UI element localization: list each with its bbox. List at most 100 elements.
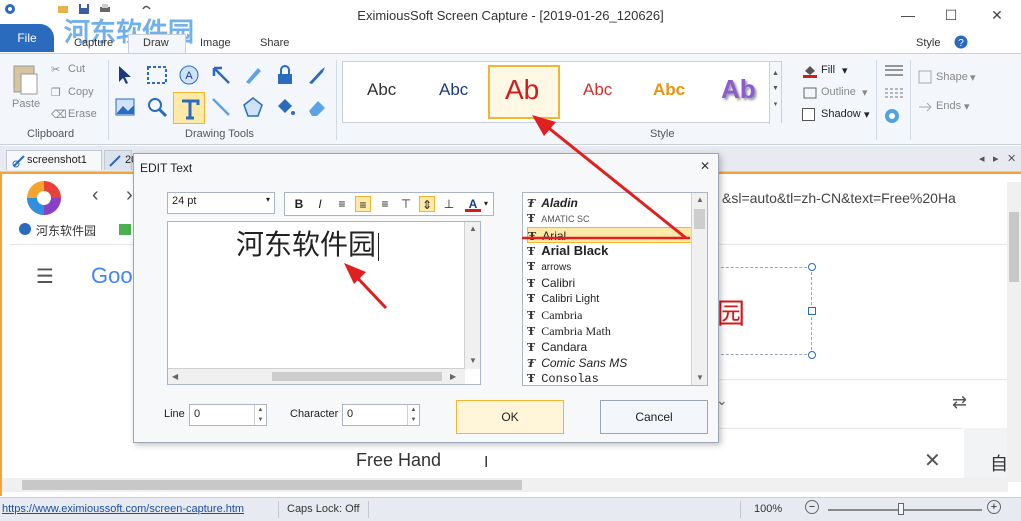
line-style-icon[interactable] (884, 86, 904, 100)
copy-icon[interactable]: ❐ (51, 86, 61, 99)
font-item[interactable]: Ŧ Comic Sans MS (527, 355, 693, 371)
ends-icon[interactable] (918, 100, 932, 114)
font-list[interactable]: Ŧ Aladin Ŧ AMATIC SC Ŧ Arial Ŧ Arial Black Ŧ… (522, 192, 708, 386)
font-item[interactable]: Ŧ Arial Black (527, 243, 693, 259)
tab-draw[interactable]: Draw (143, 37, 169, 49)
clear-input-icon[interactable]: ✕ (924, 448, 941, 473)
spin-arrows[interactable]: ▲ ▼ (254, 405, 266, 425)
valign-top-icon[interactable]: ⊤ (398, 196, 414, 212)
scroll-left-icon[interactable]: ◀ (172, 372, 178, 381)
ends-button[interactable]: Ends (936, 100, 961, 112)
ok-button[interactable]: OK (456, 400, 564, 434)
tabs-left-arrow-icon[interactable]: ◂ (979, 152, 985, 165)
copy-button[interactable]: Copy (68, 86, 94, 98)
paste-icon[interactable] (12, 62, 40, 96)
style-menu[interactable]: Style (916, 37, 940, 49)
scroll-right-icon[interactable]: ▶ (450, 372, 456, 381)
scroll-thumb[interactable] (1009, 212, 1019, 282)
style-sample-3[interactable]: Ab (505, 74, 539, 106)
style-sample-6[interactable]: Ab (721, 74, 756, 105)
scroll-thumb[interactable] (22, 480, 522, 490)
font-item[interactable]: Ŧ Aladin (527, 195, 693, 211)
line-width-icon[interactable] (884, 64, 904, 78)
select-pointer-icon[interactable] (114, 64, 136, 86)
back-arrow-icon[interactable]: ‹ (92, 184, 99, 207)
style-gallery[interactable]: Abc Abc Ab Abc Abc Ab ▲ ▼ ▾ (342, 61, 782, 124)
align-left-icon[interactable]: ≡ (334, 196, 350, 212)
font-item[interactable]: Ŧ Calibri (527, 275, 693, 291)
scroll-thumb[interactable] (272, 372, 442, 381)
font-item[interactable]: Ŧ Consolas (527, 371, 693, 385)
outline-button[interactable]: Outline (821, 86, 856, 98)
zoom-tool-icon[interactable] (146, 96, 168, 118)
font-list-scrollbar[interactable]: ▲ ▼ (691, 193, 707, 385)
outline-dropdown-icon[interactable]: ▾ (862, 86, 868, 99)
font-color-icon[interactable]: A (465, 196, 481, 212)
shape-dropdown-icon[interactable]: ▾ (970, 71, 976, 84)
dialog-close-button[interactable]: ✕ (700, 159, 710, 173)
swap-languages-icon[interactable]: ⇄ (952, 392, 967, 413)
maximize-button[interactable]: ☐ (936, 4, 966, 26)
close-button[interactable]: ✕ (982, 4, 1012, 26)
fill-button[interactable]: Fill (821, 64, 835, 76)
rect-select-icon[interactable] (146, 64, 168, 86)
arrow-tool-icon[interactable] (210, 64, 232, 86)
valign-middle-icon[interactable]: ⇕ (419, 196, 435, 212)
valign-bottom-icon[interactable]: ⊥ (441, 196, 457, 212)
minimize-button[interactable]: — (893, 4, 923, 26)
color-wheel-icon[interactable] (884, 108, 900, 124)
shadow-dropdown-icon[interactable]: ▾ (864, 108, 870, 121)
polygon-tool-icon[interactable] (242, 96, 264, 118)
align-right-icon[interactable]: ≡ (377, 196, 393, 212)
pen-tool-icon[interactable] (242, 64, 264, 86)
font-item[interactable]: Ŧ Cambria Math (527, 323, 693, 339)
marker-tool-icon[interactable] (306, 64, 328, 86)
bold-button[interactable]: B (291, 196, 307, 212)
line-tool-icon[interactable] (210, 96, 232, 118)
tabs-right-arrow-icon[interactable]: ▸ (993, 152, 999, 165)
fill-dropdown-icon[interactable]: ▾ (842, 64, 848, 77)
font-item-selected[interactable]: Ŧ Arial (527, 227, 693, 243)
scroll-up-icon[interactable]: ▲ (696, 195, 704, 204)
font-item[interactable]: Ŧarrows (527, 259, 693, 275)
erase-icon[interactable]: ⌫ (51, 108, 67, 121)
shadow-button[interactable]: Shadow (821, 108, 861, 120)
gallery-up-icon[interactable]: ▲ (770, 70, 781, 77)
image-tool-icon[interactable] (114, 96, 136, 118)
editor-vertical-scrollbar[interactable]: ▲ ▼ (464, 222, 480, 369)
outline-icon[interactable] (802, 86, 818, 100)
paste-button[interactable]: Paste (12, 98, 40, 110)
editor-horizontal-scrollbar[interactable]: ◀ ▶ (168, 368, 465, 384)
ends-dropdown-icon[interactable]: ▾ (964, 100, 970, 113)
status-url-link[interactable]: https://www.eximioussoft.com/screen-capt… (2, 503, 244, 515)
fill-icon[interactable] (802, 64, 818, 78)
line-spinner[interactable]: 0 ▲ ▼ (189, 404, 267, 426)
erase-button[interactable]: Erase (68, 108, 97, 120)
resize-handle[interactable] (808, 351, 816, 359)
scroll-thumb[interactable] (694, 209, 705, 229)
scroll-up-icon[interactable]: ▲ (469, 224, 477, 233)
font-item[interactable]: Ŧ Calibri Light (527, 291, 693, 307)
shape-icon[interactable] (918, 70, 932, 84)
shape-button[interactable]: Shape (936, 71, 968, 83)
tab-share[interactable]: Share (260, 37, 289, 49)
font-item[interactable]: Ŧ Candara (527, 339, 693, 355)
shadow-checkbox[interactable] (802, 108, 815, 121)
help-icon[interactable]: ? (954, 35, 968, 49)
menu-icon[interactable]: ☰ (36, 264, 54, 289)
cut-icon[interactable]: ✂ (51, 63, 60, 76)
gallery-more-icon[interactable]: ▾ (770, 100, 781, 108)
font-item[interactable]: Ŧ AMATIC SC (527, 211, 693, 227)
font-size-select[interactable]: 24 pt ▾ (167, 192, 275, 214)
spin-arrows[interactable]: ▲ ▼ (407, 405, 419, 425)
italic-button[interactable]: I (312, 196, 328, 212)
style-sample-4[interactable]: Abc (583, 80, 612, 100)
text-tool-active[interactable] (173, 92, 205, 124)
zoom-in-icon[interactable]: + (987, 500, 1001, 514)
tabs-close-icon[interactable]: ✕ (1007, 152, 1016, 165)
style-sample-2[interactable]: Abc (439, 80, 468, 100)
style-sample-1[interactable]: Abc (367, 80, 396, 100)
scroll-down-icon[interactable]: ▼ (696, 373, 704, 382)
align-center-icon[interactable]: ≡ (355, 196, 371, 212)
zoom-out-icon[interactable]: − (805, 500, 819, 514)
